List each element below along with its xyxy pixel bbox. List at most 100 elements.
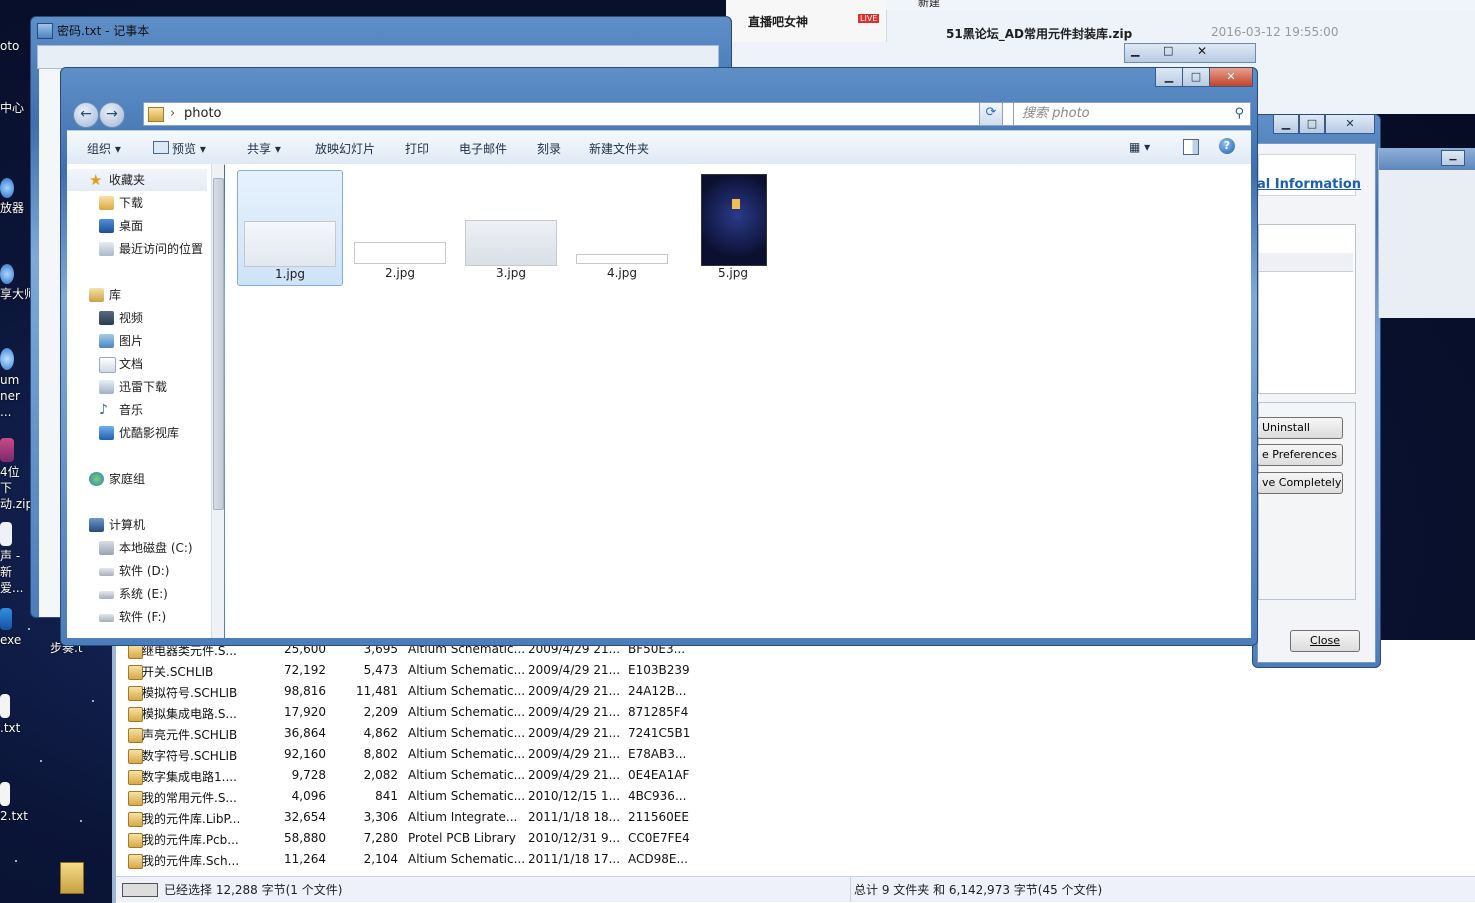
email-button[interactable]: 电子邮件	[459, 140, 507, 157]
table-row[interactable]: 模拟符号.SCHLIB 98,816 11,481 Altium Schematic.…	[126, 682, 726, 703]
cell-type: Altium Schematic...	[408, 663, 526, 677]
close-button[interactable]: ✕	[1197, 44, 1207, 58]
uninstaller-body: al Information Uninstall e Preferences v…	[1257, 143, 1376, 663]
desktop-icon-label: 放器	[0, 201, 25, 215]
nav-drive-c[interactable]: 本地磁盘 (C:)	[67, 537, 207, 559]
nav-recent[interactable]: 最近访问的位置	[67, 238, 207, 260]
table-row[interactable]: 模拟集成电路.S... 17,920 2,209 Altium Schematic..…	[126, 703, 726, 724]
file-item[interactable]: 5.jpg	[681, 170, 785, 284]
minimize-button[interactable]: ▁	[1131, 44, 1157, 57]
table-row[interactable]: 数字符号.SCHLIB 92,160 8,802 Altium Schematic..…	[126, 745, 726, 766]
nav-computer[interactable]: 计算机	[67, 514, 207, 536]
nav-videos[interactable]: 视频	[67, 307, 207, 329]
cell-crc: 211560EE	[628, 810, 689, 824]
share-button[interactable]: 共享 ▾	[247, 140, 281, 157]
folder-icon[interactable]	[60, 862, 84, 894]
desktop-icon-label: .txt	[0, 721, 21, 735]
nav-desktop[interactable]: 桌面	[67, 215, 207, 237]
cell-modified: 2010/12/31 9...	[528, 831, 621, 845]
forward-button[interactable]: →	[99, 102, 125, 128]
file-item[interactable]: 2.jpg	[348, 170, 452, 284]
nav-downloads[interactable]: 下载	[67, 192, 207, 214]
maximize-button[interactable]: □	[1299, 115, 1325, 134]
maximize-button[interactable]: □	[1182, 68, 1210, 87]
address-bar[interactable]: › photo ▼	[143, 102, 1057, 126]
nav-favorites[interactable]: ★ 收藏夹	[67, 169, 207, 191]
cell-name: 数字符号.SCHLIB	[142, 749, 238, 763]
table-row[interactable]: 开关.SCHLIB 72,192 5,473 Altium Schematic... 2…	[126, 661, 726, 682]
print-button[interactable]: 打印	[405, 140, 429, 157]
help-icon[interactable]: ?	[1219, 138, 1235, 154]
table-row[interactable]: 我的元件库.LibP... 32,654 3,306 Altium Integrate…	[126, 808, 726, 829]
table-row[interactable]: 我的元件库.Sch... 11,264 2,104 Altium Schematic.…	[126, 850, 726, 871]
file-item[interactable]: 1.jpg	[237, 170, 343, 286]
breadcrumb-chevron-icon[interactable]: ›	[170, 103, 175, 124]
minimize-button[interactable]: ▁	[1441, 150, 1465, 166]
view-options-button[interactable]: ▦ ▾	[1129, 140, 1150, 154]
disk-icon	[122, 883, 158, 897]
nav-drive-e[interactable]: 系统 (E:)	[67, 583, 207, 605]
close-button[interactable]: ✕	[1325, 115, 1375, 134]
cell-modified: 2011/1/18 18...	[528, 810, 621, 824]
file-item[interactable]: 3.jpg	[459, 170, 563, 284]
nav-homegroup[interactable]: 家庭组	[67, 468, 207, 490]
desktop-icon[interactable]: .txt	[0, 694, 30, 736]
close-dialog-button[interactable]: Close	[1290, 630, 1360, 652]
new-folder-button[interactable]: 新建文件夹	[589, 140, 649, 157]
nav-documents[interactable]: 文档	[67, 353, 207, 375]
table-row[interactable]: 我的元件库.Pcb... 58,880 7,280 Protel PCB Librar…	[126, 829, 726, 850]
table-row[interactable]: 我的常用元件.S... 4,096 841 Altium Schematic... 20…	[126, 787, 726, 808]
browser-tab[interactable]: 直播吧女神 LIVE	[726, 0, 887, 42]
cell-name: 开关.SCHLIB	[142, 665, 214, 679]
cell-size: 58,880	[284, 831, 326, 845]
cell-modified: 2009/4/29 21...	[528, 684, 621, 698]
file-item[interactable]: 4.jpg	[570, 170, 674, 284]
nav-drive-f[interactable]: 软件 (F:)	[67, 606, 207, 628]
desktop-icon[interactable]: 声 - 新爱...	[0, 522, 30, 596]
status-total: 总计 9 文件夹 和 6,142,973 字节(45 个文件)	[854, 883, 1103, 897]
table-row[interactable]: 声亮元件.SCHLIB 36,864 4,862 Altium Schematic..…	[126, 724, 726, 745]
preferences-button[interactable]: e Preferences	[1257, 444, 1343, 466]
address-path[interactable]: photo	[184, 103, 222, 124]
minimize-button[interactable]: ▁	[1273, 115, 1299, 134]
nav-music[interactable]: ♪ 音乐	[67, 399, 207, 421]
new-label[interactable]: 新建	[918, 0, 940, 10]
refresh-icon[interactable]: ⟳	[979, 102, 1003, 126]
uninstall-button[interactable]: Uninstall	[1257, 417, 1343, 439]
navigation-scrollbar[interactable]	[211, 164, 224, 638]
table-row[interactable]: 数字集成电路1.... 9,728 2,082 Altium Schematic...…	[126, 766, 726, 787]
desktop-icon[interactable]: 4位下 动.zip	[0, 438, 33, 512]
nav-drive-d[interactable]: 软件 (D:)	[67, 560, 207, 582]
information-link[interactable]: al Information	[1257, 177, 1361, 192]
back-button[interactable]: ←	[73, 102, 99, 128]
cell-name: 我的元件库.Sch...	[142, 854, 240, 868]
desktop-icon[interactable]: 2.txt	[0, 782, 30, 824]
preview-pane-icon[interactable]	[1183, 139, 1199, 155]
organize-button[interactable]: 组织 ▾	[87, 140, 121, 157]
maximize-button[interactable]: □	[1163, 44, 1173, 57]
nav-xunlei[interactable]: 迅雷下载	[67, 376, 207, 398]
remove-completely-button[interactable]: ve Completely	[1257, 472, 1343, 494]
cell-packed: 4,862	[363, 726, 398, 740]
search-icon[interactable]: ⚲	[1234, 103, 1244, 124]
preview-button[interactable]: 预览 ▾	[153, 140, 206, 157]
file-name: 5.jpg	[717, 266, 749, 280]
desktop-icon[interactable]: exe	[0, 608, 30, 648]
archive-icon	[0, 438, 14, 462]
minimize-button[interactable]: ▁	[1155, 68, 1183, 87]
zip-filename[interactable]: 51黑论坛_AD常用元件封装库.zip	[946, 25, 1132, 42]
nav-pictures[interactable]: 图片	[67, 330, 207, 352]
library-icon	[89, 288, 104, 302]
nav-youku[interactable]: 优酷影视库	[67, 422, 207, 444]
search-input[interactable]: 搜索 photo ⚲	[1013, 102, 1251, 126]
scrollbar-thumb[interactable]	[213, 178, 224, 510]
slideshow-button[interactable]: 放映幻灯片	[315, 140, 375, 157]
nav-libraries[interactable]: 库	[67, 284, 207, 306]
cell-modified: 2010/12/15 1...	[528, 789, 621, 803]
desktop-icon[interactable]: um ner ...	[0, 348, 30, 420]
close-button[interactable]: ✕	[1209, 68, 1253, 87]
navigation-bar: ← → › photo ▼ ⟳ 搜索 photo ⚲	[67, 98, 1251, 130]
file-name: 3.jpg	[495, 266, 527, 280]
burn-button[interactable]: 刻录	[537, 140, 561, 157]
cell-type: Altium Schematic...	[408, 747, 526, 761]
